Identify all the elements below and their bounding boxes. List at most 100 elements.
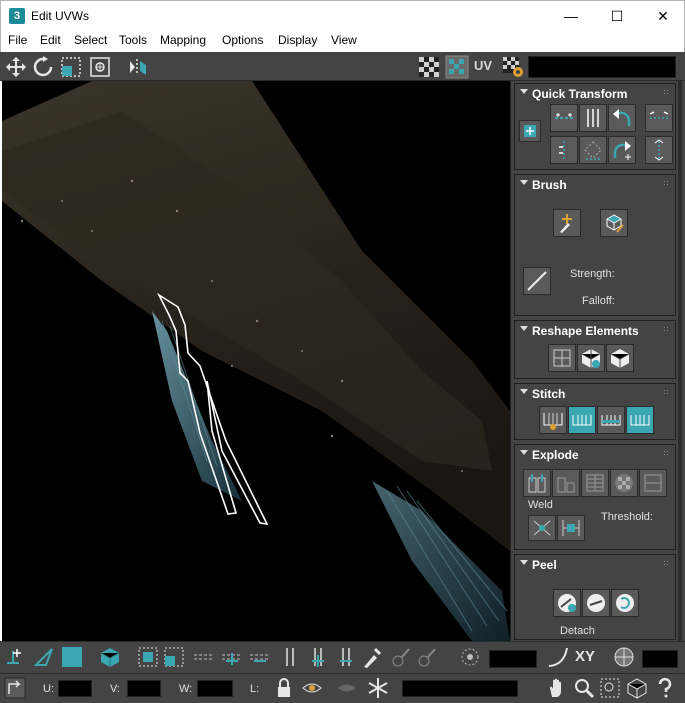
collapse-arrow-icon[interactable]: [520, 180, 528, 185]
sphere-world-icon[interactable]: [612, 645, 636, 669]
loop-select-icon[interactable]: [192, 645, 216, 669]
scale-icon[interactable]: [59, 55, 83, 79]
close-button[interactable]: ✕: [640, 1, 685, 31]
soft-selection-icon[interactable]: [458, 645, 482, 669]
grip-icon[interactable]: [663, 180, 669, 186]
rollout-title[interactable]: Quick Transform: [532, 87, 627, 101]
align-to-edge-button[interactable]: [550, 136, 578, 164]
map-dropdown[interactable]: [528, 56, 676, 78]
w-coordinate-field[interactable]: [197, 680, 233, 697]
relax-button[interactable]: [606, 344, 634, 372]
ring-shrink-icon[interactable]: [334, 645, 358, 669]
panel-scrollbar[interactable]: [678, 81, 682, 641]
soft-selection-value[interactable]: [489, 650, 537, 668]
vertex-select-icon[interactable]: [3, 645, 27, 669]
relax-brush-button[interactable]: [600, 209, 628, 237]
zoom-icon[interactable]: [572, 676, 596, 700]
rollout-title[interactable]: Explode: [532, 448, 579, 462]
rotate-ccw-button[interactable]: [608, 104, 636, 132]
menu-tools[interactable]: Tools: [119, 33, 147, 47]
pan-hand-icon[interactable]: [545, 676, 569, 700]
zoom-extents-icon[interactable]: [625, 676, 649, 700]
mirror-icon[interactable]: [126, 55, 150, 79]
menu-mapping[interactable]: Mapping: [160, 33, 206, 47]
space-vertical-button[interactable]: [645, 136, 673, 164]
minimize-button[interactable]: —: [548, 1, 594, 31]
menu-options[interactable]: Options: [222, 33, 263, 47]
collapse-arrow-icon[interactable]: [520, 450, 528, 455]
move-icon[interactable]: [4, 55, 28, 79]
stitch-to-target-button[interactable]: [568, 406, 596, 434]
break-by-smoothing-button[interactable]: [552, 469, 580, 497]
collapse-arrow-icon[interactable]: [520, 326, 528, 331]
filter-icon[interactable]: [335, 676, 359, 700]
weld-selected-button[interactable]: [528, 515, 556, 541]
rotate-icon[interactable]: [31, 55, 55, 79]
brush-falloff-type-button[interactable]: [523, 267, 551, 295]
menu-file[interactable]: File: [8, 33, 27, 47]
hide-icon[interactable]: [300, 676, 324, 700]
texture-checker-icon[interactable]: [445, 55, 469, 79]
loop-shrink-icon[interactable]: [248, 645, 272, 669]
break-by-material-button[interactable]: [581, 469, 609, 497]
reset-peel-button[interactable]: [611, 589, 639, 617]
flatten-by-polygons-button[interactable]: [610, 469, 638, 497]
freeform-icon[interactable]: [88, 55, 112, 79]
align-horizontal-button[interactable]: [550, 104, 578, 132]
straighten-selection-button[interactable]: [548, 344, 576, 372]
help-icon[interactable]: [653, 676, 677, 700]
stitch-average-button[interactable]: [597, 406, 625, 434]
stitch-custom-button[interactable]: [539, 406, 567, 434]
rollout-title[interactable]: Reshape Elements: [532, 324, 639, 338]
weld-target-button[interactable]: [557, 515, 585, 541]
grip-icon[interactable]: [663, 560, 669, 566]
rollout-title[interactable]: Brush: [532, 178, 567, 192]
paint-select-icon[interactable]: [360, 645, 384, 669]
loop-grow-icon[interactable]: [220, 645, 244, 669]
coordinate-space-label[interactable]: XY: [575, 648, 595, 665]
freeze-icon[interactable]: [366, 676, 390, 700]
grip-icon[interactable]: [663, 450, 669, 456]
flatten-by-material-button[interactable]: [639, 469, 667, 497]
space-horizontal-button[interactable]: [645, 104, 673, 132]
settings-checker-icon[interactable]: [501, 55, 525, 79]
grow-selection-icon[interactable]: [136, 645, 160, 669]
menu-select[interactable]: Select: [74, 33, 107, 47]
threshold-value-field[interactable]: [642, 650, 678, 668]
paint-shrink-icon[interactable]: [414, 645, 438, 669]
ring-select-icon[interactable]: [278, 645, 302, 669]
checker-pattern-icon[interactable]: [417, 55, 441, 79]
zoom-region-icon[interactable]: [598, 676, 622, 700]
uv-toggle-label[interactable]: UV: [474, 58, 492, 73]
paint-move-button[interactable]: [553, 209, 581, 237]
menu-edit[interactable]: Edit: [40, 33, 61, 47]
polygon-select-icon[interactable]: [60, 645, 84, 669]
stitch-to-source-button[interactable]: [626, 406, 654, 434]
straighten-button[interactable]: [579, 136, 607, 164]
set-pivot-button[interactable]: [519, 120, 541, 142]
shrink-selection-icon[interactable]: [162, 645, 186, 669]
collapse-arrow-icon[interactable]: [520, 89, 528, 94]
paint-grow-icon[interactable]: [388, 645, 412, 669]
grip-icon[interactable]: [663, 326, 669, 332]
edge-select-icon[interactable]: [32, 645, 56, 669]
falloff-curve-icon[interactable]: [546, 645, 570, 669]
rollout-title[interactable]: Peel: [532, 558, 557, 572]
menu-view[interactable]: View: [331, 33, 357, 47]
element-select-icon[interactable]: [98, 645, 122, 669]
break-by-polygons-button[interactable]: [523, 469, 551, 497]
grip-icon[interactable]: [663, 389, 669, 395]
rotate-cw-button[interactable]: [608, 136, 636, 164]
ring-grow-icon[interactable]: [306, 645, 330, 669]
align-vertical-button[interactable]: [579, 104, 607, 132]
menu-display[interactable]: Display: [278, 33, 317, 47]
v-coordinate-field[interactable]: [127, 680, 161, 697]
grip-icon[interactable]: [663, 89, 669, 95]
lock-icon[interactable]: [272, 676, 296, 700]
peel-mode-button[interactable]: [582, 589, 610, 617]
maximize-button[interactable]: ☐: [594, 1, 640, 31]
quick-peel-button[interactable]: [553, 589, 581, 617]
uv-viewport[interactable]: [2, 81, 510, 641]
collapse-arrow-icon[interactable]: [520, 560, 528, 565]
collapse-arrow-icon[interactable]: [520, 389, 528, 394]
